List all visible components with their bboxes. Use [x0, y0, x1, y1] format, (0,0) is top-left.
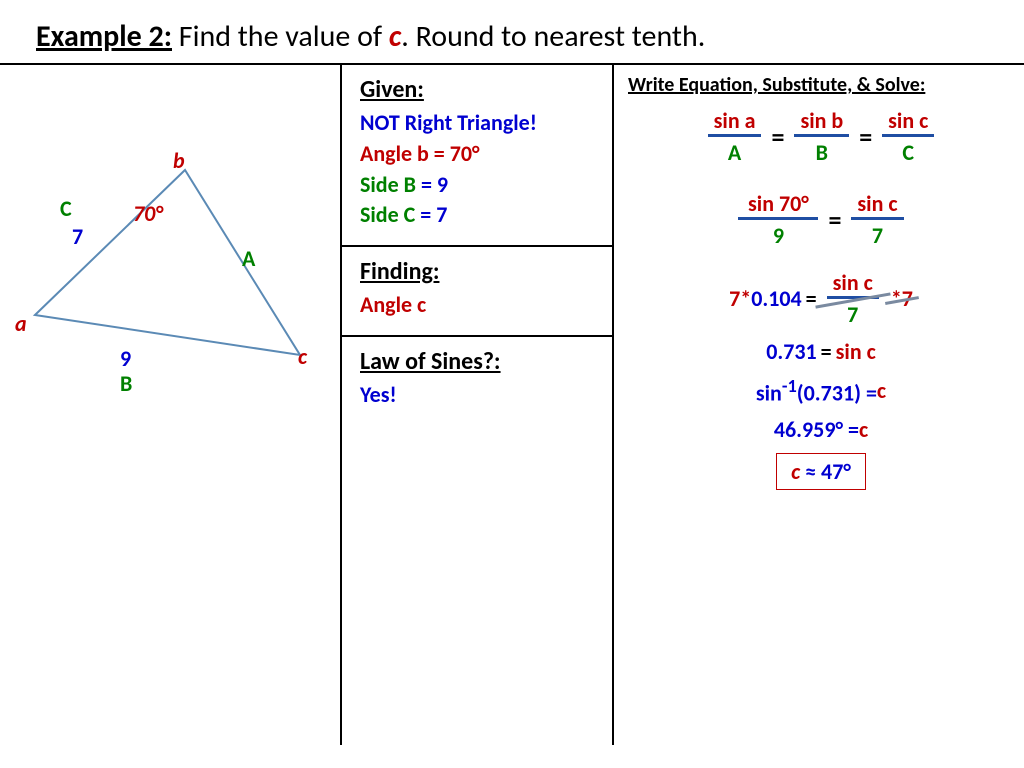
finding-section: Finding: Angle c	[342, 247, 612, 337]
title: Example 2: Find the value of c. Round to…	[0, 0, 1024, 63]
step-2-row: 7*0.104= sin c7 *7	[628, 269, 1014, 328]
side-b-label: B	[120, 370, 132, 397]
triangle-diagram	[0, 95, 340, 375]
diagram-panel: b a c C 7 70° A 9 B	[0, 65, 342, 745]
given-line-3: Side B = 9	[360, 170, 598, 201]
side-c-label: C	[60, 195, 72, 222]
finding-heading: Finding:	[360, 257, 598, 286]
law-heading: Law of Sines?:	[360, 347, 598, 376]
given-line-1: NOT Right Triangle!	[360, 108, 598, 139]
variable-c: c	[389, 18, 401, 55]
vertex-a-label: a	[15, 310, 27, 337]
angle-b-label: 70°	[133, 200, 163, 227]
work-panel: Write Equation, Substitute, & Solve: sin…	[614, 65, 1024, 745]
finding-line-1: Angle c	[360, 290, 598, 321]
info-panel: Given: NOT Right Triangle! Angle b = 70°…	[342, 65, 614, 745]
given-line-4: Side C = 7	[360, 200, 598, 231]
step-4-row: sin-1(0.731) = c	[628, 375, 1014, 406]
law-line-1: Yes!	[360, 380, 598, 411]
example-label: Example 2:	[36, 18, 172, 55]
step-5-row: 46.959° = c	[628, 416, 1014, 443]
vertex-b-label: b	[173, 147, 185, 174]
step-3-row: 0.731=sin c	[628, 338, 1014, 365]
side-a-label: A	[242, 245, 255, 272]
answer-box: c ≈ 47°	[776, 453, 866, 490]
formula-row: sin aA = sin bB = sin cC	[628, 107, 1014, 166]
answer-row: c ≈ 47°	[628, 453, 1014, 490]
given-heading: Given:	[360, 75, 598, 104]
substitution-row: sin 70°9 = sin c7	[628, 190, 1014, 249]
length-b: 9	[120, 345, 131, 372]
content-grid: b a c C 7 70° A 9 B Given: NOT Right Tri…	[0, 63, 1024, 745]
vertex-c-label: c	[298, 343, 307, 370]
given-section: Given: NOT Right Triangle! Angle b = 70°…	[342, 65, 612, 247]
work-heading: Write Equation, Substitute, & Solve:	[628, 73, 1014, 97]
length-c: 7	[72, 223, 83, 250]
given-line-2: Angle b = 70°	[360, 139, 598, 170]
law-section: Law of Sines?: Yes!	[342, 337, 612, 425]
